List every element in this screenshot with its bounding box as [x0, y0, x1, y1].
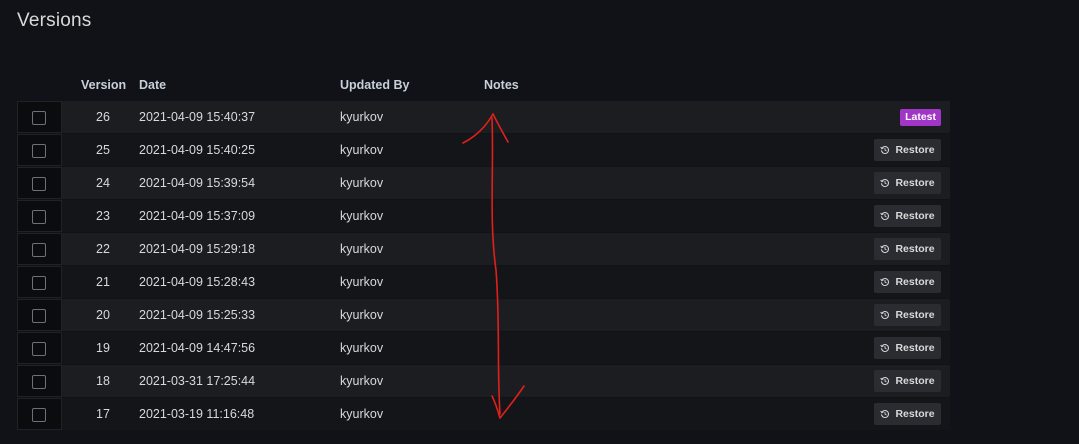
- restore-label: Restore: [895, 276, 935, 288]
- version-number: 24: [96, 176, 110, 190]
- updated-by: kyurkov: [340, 110, 384, 124]
- version-number: 23: [96, 209, 110, 223]
- table-row: 19 2021-04-09 14:47:56 kyurkov Restore: [17, 332, 950, 364]
- restore-label: Restore: [895, 243, 935, 255]
- table-row: 26 2021-04-09 15:40:37 kyurkov Latest: [17, 101, 950, 133]
- updated-by: kyurkov: [340, 176, 384, 190]
- version-number: 22: [96, 242, 110, 256]
- version-date: 2021-04-09 15:39:54: [139, 176, 256, 190]
- row-checkbox[interactable]: [32, 210, 46, 224]
- column-header-updated-by: Updated By: [340, 78, 410, 92]
- row-select-cell: [17, 101, 62, 133]
- latest-badge: Latest: [900, 109, 941, 126]
- table-row: 25 2021-04-09 15:40:25 kyurkov Restore: [17, 134, 950, 166]
- table-row: 22 2021-04-09 15:29:18 kyurkov Restore: [17, 233, 950, 265]
- row-checkbox[interactable]: [32, 408, 46, 422]
- row-select-cell: [17, 200, 62, 232]
- history-icon: [880, 245, 890, 253]
- updated-by: kyurkov: [340, 143, 384, 157]
- version-date: 2021-04-09 15:28:43: [139, 275, 256, 289]
- restore-label: Restore: [895, 177, 935, 189]
- row-select-cell: [17, 233, 62, 265]
- restore-label: Restore: [895, 210, 935, 222]
- version-number: 19: [96, 341, 110, 355]
- row-select-cell: [17, 167, 62, 199]
- history-icon: [880, 146, 890, 154]
- row-checkbox[interactable]: [32, 309, 46, 323]
- history-icon: [880, 377, 890, 385]
- restore-button[interactable]: Restore: [874, 304, 941, 326]
- row-select-cell: [17, 134, 62, 166]
- row-checkbox[interactable]: [32, 177, 46, 191]
- table-row: 17 2021-03-19 11:16:48 kyurkov Restore: [17, 398, 950, 430]
- version-date: 2021-03-19 11:16:48: [139, 407, 255, 421]
- history-icon: [880, 410, 890, 418]
- restore-button[interactable]: Restore: [874, 139, 941, 161]
- restore-label: Restore: [895, 309, 935, 321]
- updated-by: kyurkov: [340, 242, 384, 256]
- row-checkbox[interactable]: [32, 111, 46, 125]
- table-row: 21 2021-04-09 15:28:43 kyurkov Restore: [17, 266, 950, 298]
- restore-label: Restore: [895, 144, 935, 156]
- row-checkbox[interactable]: [32, 243, 46, 257]
- row-select-cell: [17, 266, 62, 298]
- restore-button[interactable]: Restore: [874, 172, 941, 194]
- versions-table-body: 26 2021-04-09 15:40:37 kyurkov Latest 25 2021…: [17, 101, 950, 431]
- table-row: 24 2021-04-09 15:39:54 kyurkov Restore: [17, 167, 950, 199]
- version-date: 2021-04-09 15:29:18: [139, 242, 256, 256]
- version-number: 21: [96, 275, 110, 289]
- table-row: 20 2021-04-09 15:25:33 kyurkov Restore: [17, 299, 950, 331]
- version-number: 25: [96, 143, 110, 157]
- restore-label: Restore: [895, 408, 935, 420]
- version-date: 2021-04-09 15:37:09: [139, 209, 256, 223]
- version-date: 2021-04-09 15:40:37: [139, 110, 256, 124]
- column-header-date: Date: [139, 78, 167, 92]
- row-select-cell: [17, 299, 62, 331]
- row-select-cell: [17, 365, 62, 397]
- restore-button[interactable]: Restore: [874, 370, 941, 392]
- version-date: 2021-03-31 17:25:44: [139, 374, 256, 388]
- row-checkbox[interactable]: [32, 375, 46, 389]
- history-icon: [880, 344, 890, 352]
- history-icon: [880, 212, 890, 220]
- version-number: 17: [96, 407, 110, 421]
- updated-by: kyurkov: [340, 209, 384, 223]
- restore-label: Restore: [895, 375, 935, 387]
- updated-by: kyurkov: [340, 308, 384, 322]
- version-number: 20: [96, 308, 110, 322]
- restore-button[interactable]: Restore: [874, 403, 941, 425]
- updated-by: kyurkov: [340, 341, 384, 355]
- row-select-cell: [17, 332, 62, 364]
- restore-button[interactable]: Restore: [874, 337, 941, 359]
- history-icon: [880, 311, 890, 319]
- row-checkbox[interactable]: [32, 276, 46, 290]
- updated-by: kyurkov: [340, 275, 384, 289]
- version-date: 2021-04-09 15:40:25: [139, 143, 256, 157]
- restore-label: Restore: [895, 342, 935, 354]
- restore-button[interactable]: Restore: [874, 271, 941, 293]
- updated-by: kyurkov: [340, 407, 384, 421]
- version-date: 2021-04-09 14:47:56: [139, 341, 256, 355]
- versions-page: Versions Version Date Updated By Notes 2…: [0, 0, 1079, 444]
- row-checkbox[interactable]: [32, 342, 46, 356]
- row-select-cell: [17, 398, 62, 430]
- restore-button[interactable]: Restore: [874, 205, 941, 227]
- version-number: 26: [96, 110, 110, 124]
- history-icon: [880, 278, 890, 286]
- updated-by: kyurkov: [340, 374, 384, 388]
- column-header-notes: Notes: [484, 78, 519, 92]
- table-header: Version Date Updated By Notes: [0, 76, 950, 94]
- version-date: 2021-04-09 15:25:33: [139, 308, 256, 322]
- row-checkbox[interactable]: [32, 144, 46, 158]
- history-icon: [880, 179, 890, 187]
- table-row: 23 2021-04-09 15:37:09 kyurkov Restore: [17, 200, 950, 232]
- restore-button[interactable]: Restore: [874, 238, 941, 260]
- version-number: 18: [96, 374, 110, 388]
- column-header-version: Version: [81, 78, 127, 92]
- table-row: 18 2021-03-31 17:25:44 kyurkov Restore: [17, 365, 950, 397]
- page-title: Versions: [17, 10, 92, 31]
